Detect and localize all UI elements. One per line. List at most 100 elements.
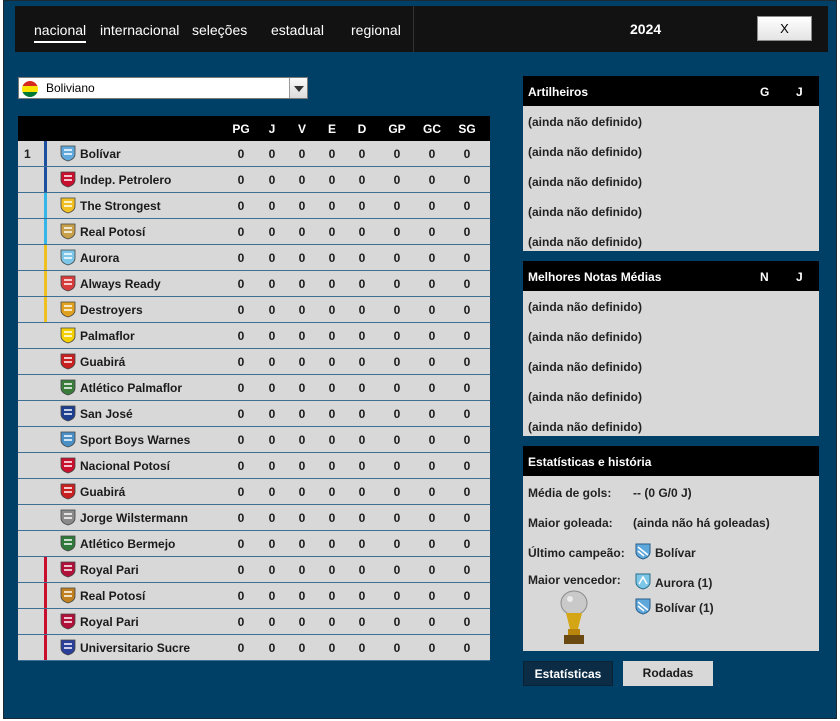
stat-cell-v: 0 (298, 381, 306, 395)
team-name[interactable]: Bolívar (80, 147, 121, 161)
stat-cell-gp: 0 (393, 563, 401, 577)
table-row[interactable]: Royal Pari 0 0 0 0 0 0 0 0 (18, 557, 490, 583)
col-header-gc[interactable]: GC (417, 122, 447, 136)
stat-cell-v: 0 (298, 433, 306, 447)
team-name[interactable]: Jorge Wilstermann (80, 511, 188, 525)
tab-nacional[interactable]: nacional (34, 22, 87, 43)
tab-internacional[interactable]: internacional (100, 22, 179, 38)
team-name[interactable]: Palmaflor (80, 329, 135, 343)
stat-cell-pg: 0 (237, 277, 245, 291)
team-name[interactable]: Nacional Potosí (80, 459, 170, 473)
stat-cell-gp: 0 (393, 459, 401, 473)
stat-cell-v: 0 (298, 355, 306, 369)
table-row[interactable]: Atlético Bermejo 0 0 0 0 0 0 0 0 (18, 531, 490, 557)
team-name[interactable]: Atlético Bermejo (80, 537, 175, 551)
col-header-sg[interactable]: SG (452, 122, 482, 136)
real-potosi-crest-icon (60, 587, 76, 604)
stat-cell-e: 0 (328, 459, 336, 473)
team-name[interactable]: Real Potosí (80, 589, 145, 603)
table-row[interactable]: Palmaflor 0 0 0 0 0 0 0 0 (18, 323, 490, 349)
stat-cell-gc: 0 (428, 485, 436, 499)
table-row[interactable]: Royal Pari 0 0 0 0 0 0 0 0 (18, 609, 490, 635)
team-name[interactable]: Universitario Sucre (80, 641, 190, 655)
col-header-j[interactable]: J (257, 122, 287, 136)
stat-cell-gc: 0 (428, 459, 436, 473)
scorer-row: (ainda não definido) (528, 175, 642, 189)
chevron-down-icon[interactable] (289, 78, 307, 98)
san-jose-crest-icon (60, 405, 76, 422)
team-name[interactable]: Aurora (80, 251, 119, 265)
stat-cell-gp: 0 (393, 277, 401, 291)
table-row[interactable]: Guabirá 0 0 0 0 0 0 0 0 (18, 349, 490, 375)
table-row[interactable]: Always Ready 0 0 0 0 0 0 0 0 (18, 271, 490, 297)
team-name[interactable]: Royal Pari (80, 563, 139, 577)
last-champion-label: Último campeão: (528, 546, 625, 560)
rating-row: (ainda não definido) (528, 420, 642, 434)
stat-cell-sg: 0 (463, 355, 471, 369)
stat-cell-e: 0 (328, 589, 336, 603)
table-row[interactable]: Indep. Petrolero 0 0 0 0 0 0 0 0 (18, 167, 490, 193)
col-header-v[interactable]: V (287, 122, 317, 136)
team-name[interactable]: Guabirá (80, 485, 125, 499)
tab-estatisticas[interactable]: Estatísticas (523, 661, 613, 686)
competition-select[interactable]: Boliviano (18, 77, 308, 99)
stat-cell-gc: 0 (428, 615, 436, 629)
scorers-col-g: G (760, 85, 770, 99)
stat-cell-gc: 0 (428, 381, 436, 395)
table-row[interactable]: San José 0 0 0 0 0 0 0 0 (18, 401, 490, 427)
table-row[interactable]: Nacional Potosí 0 0 0 0 0 0 0 0 (18, 453, 490, 479)
stat-cell-v: 0 (298, 225, 306, 239)
stat-cell-gc: 0 (428, 225, 436, 239)
table-row[interactable]: Atlético Palmaflor 0 0 0 0 0 0 0 0 (18, 375, 490, 401)
team-name[interactable]: The Strongest (80, 199, 161, 213)
team-name[interactable]: Indep. Petrolero (80, 173, 171, 187)
stat-cell-e: 0 (328, 277, 336, 291)
standings-header: PG J V E D GP GC SG (18, 116, 490, 141)
col-header-pg[interactable]: PG (226, 122, 256, 136)
team-name[interactable]: Royal Pari (80, 615, 139, 629)
team-name[interactable]: Real Potosí (80, 225, 145, 239)
stat-cell-gp: 0 (393, 381, 401, 395)
team-name[interactable]: Destroyers (80, 303, 143, 317)
team-name[interactable]: Sport Boys Warnes (80, 433, 190, 447)
table-row[interactable]: Real Potosí 0 0 0 0 0 0 0 0 (18, 583, 490, 609)
col-header-d[interactable]: D (347, 122, 377, 136)
stat-cell-gc: 0 (428, 277, 436, 291)
stat-cell-v: 0 (298, 537, 306, 551)
table-row[interactable]: Jorge Wilstermann 0 0 0 0 0 0 0 0 (18, 505, 490, 531)
table-row[interactable]: Guabirá 0 0 0 0 0 0 0 0 (18, 479, 490, 505)
ratings-title: Melhores Notas Médias (528, 270, 662, 284)
stat-cell-v: 0 (298, 251, 306, 265)
stat-cell-v: 0 (298, 199, 306, 213)
stat-cell-sg: 0 (463, 251, 471, 265)
stat-cell-e: 0 (328, 433, 336, 447)
team-name[interactable]: Always Ready (80, 277, 161, 291)
stat-cell-j: 0 (268, 433, 276, 447)
team-name[interactable]: San José (80, 407, 133, 421)
stat-cell-pg: 0 (237, 173, 245, 187)
table-row[interactable]: Real Potosí 0 0 0 0 0 0 0 0 (18, 219, 490, 245)
table-row[interactable]: Universitario Sucre 0 0 0 0 0 0 0 0 (18, 635, 490, 661)
real-potosi-crest-icon (60, 223, 76, 240)
close-button[interactable]: X (757, 16, 812, 41)
table-row[interactable]: Destroyers 0 0 0 0 0 0 0 0 (18, 297, 490, 323)
stat-cell-d: 0 (358, 641, 366, 655)
stat-cell-d: 0 (358, 407, 366, 421)
stat-cell-j: 0 (268, 563, 276, 577)
col-header-gp[interactable]: GP (382, 122, 412, 136)
zone-indicator (44, 505, 47, 530)
table-row[interactable]: Sport Boys Warnes 0 0 0 0 0 0 0 0 (18, 427, 490, 453)
table-row[interactable]: Aurora 0 0 0 0 0 0 0 0 (18, 245, 490, 271)
stat-cell-j: 0 (268, 329, 276, 343)
team-position: 1 (24, 147, 31, 161)
tab-regional[interactable]: regional (351, 22, 401, 38)
tab-rodadas[interactable]: Rodadas (623, 661, 713, 686)
tab-selecoes[interactable]: seleções (192, 22, 247, 38)
col-header-e[interactable]: E (317, 122, 347, 136)
team-name[interactable]: Atlético Palmaflor (80, 381, 182, 395)
stat-cell-gc: 0 (428, 303, 436, 317)
table-row[interactable]: The Strongest 0 0 0 0 0 0 0 0 (18, 193, 490, 219)
tab-estadual[interactable]: estadual (271, 22, 324, 38)
team-name[interactable]: Guabirá (80, 355, 125, 369)
table-row[interactable]: 1 Bolívar 0 0 0 0 0 0 0 0 (18, 141, 490, 167)
